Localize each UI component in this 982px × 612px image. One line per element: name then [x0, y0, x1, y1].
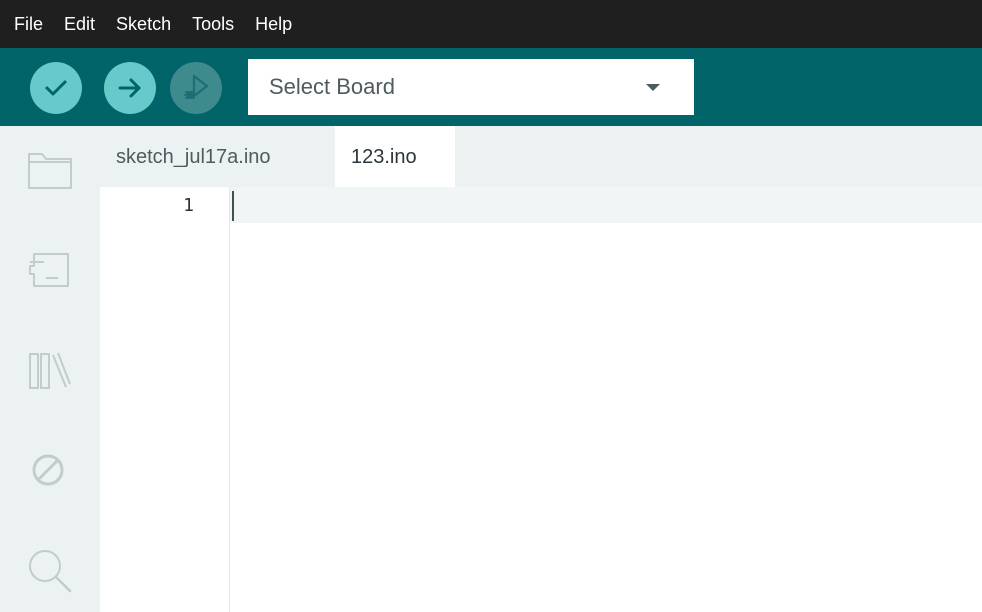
search-icon [29, 550, 72, 593]
debug-button[interactable] [170, 62, 222, 114]
verify-button[interactable] [30, 62, 82, 114]
code-editor[interactable]: 1 [100, 187, 982, 612]
menu-tools[interactable]: Tools [182, 0, 245, 48]
library-manager-button[interactable] [24, 344, 76, 396]
menu-bar: File Edit Sketch Tools Help [0, 0, 982, 48]
board-selector-value: Select Board [269, 74, 395, 99]
debug-icon [184, 74, 209, 99]
menu-sketch[interactable]: Sketch [106, 0, 182, 48]
editor-tab-bar: sketch_jul17a.ino 123.ino [100, 126, 982, 187]
activity-sidebar [0, 126, 100, 612]
search-button[interactable] [24, 544, 76, 596]
menu-file[interactable]: File [6, 0, 54, 48]
line-number: 1 [183, 195, 194, 216]
arduino-ide-window: File Edit Sketch Tools Help Select Board… [0, 0, 982, 612]
menu-edit[interactable]: Edit [54, 0, 106, 48]
toolbar: Select Board [0, 48, 982, 126]
menu-help[interactable]: Help [245, 0, 303, 48]
arrow-right-icon [118, 78, 141, 98]
upload-button[interactable] [104, 62, 156, 114]
current-line-highlight [230, 187, 982, 223]
folder-icon [28, 153, 72, 189]
text-cursor [232, 191, 234, 221]
tab-sketch-jul17a[interactable]: sketch_jul17a.ino [100, 126, 285, 187]
debug-panel-button[interactable] [24, 444, 76, 496]
line-number-gutter: 1 [100, 187, 230, 612]
sketchbook-button[interactable] [24, 144, 76, 196]
tab-123-ino[interactable]: 123.ino [335, 126, 455, 187]
board-icon [29, 253, 69, 287]
blocked-icon [32, 454, 64, 486]
chevron-down-icon [646, 84, 660, 91]
library-icon [29, 352, 71, 389]
board-selector[interactable]: Select Board [248, 59, 694, 115]
checkmark-icon [45, 80, 67, 96]
boards-manager-button[interactable] [24, 244, 76, 296]
